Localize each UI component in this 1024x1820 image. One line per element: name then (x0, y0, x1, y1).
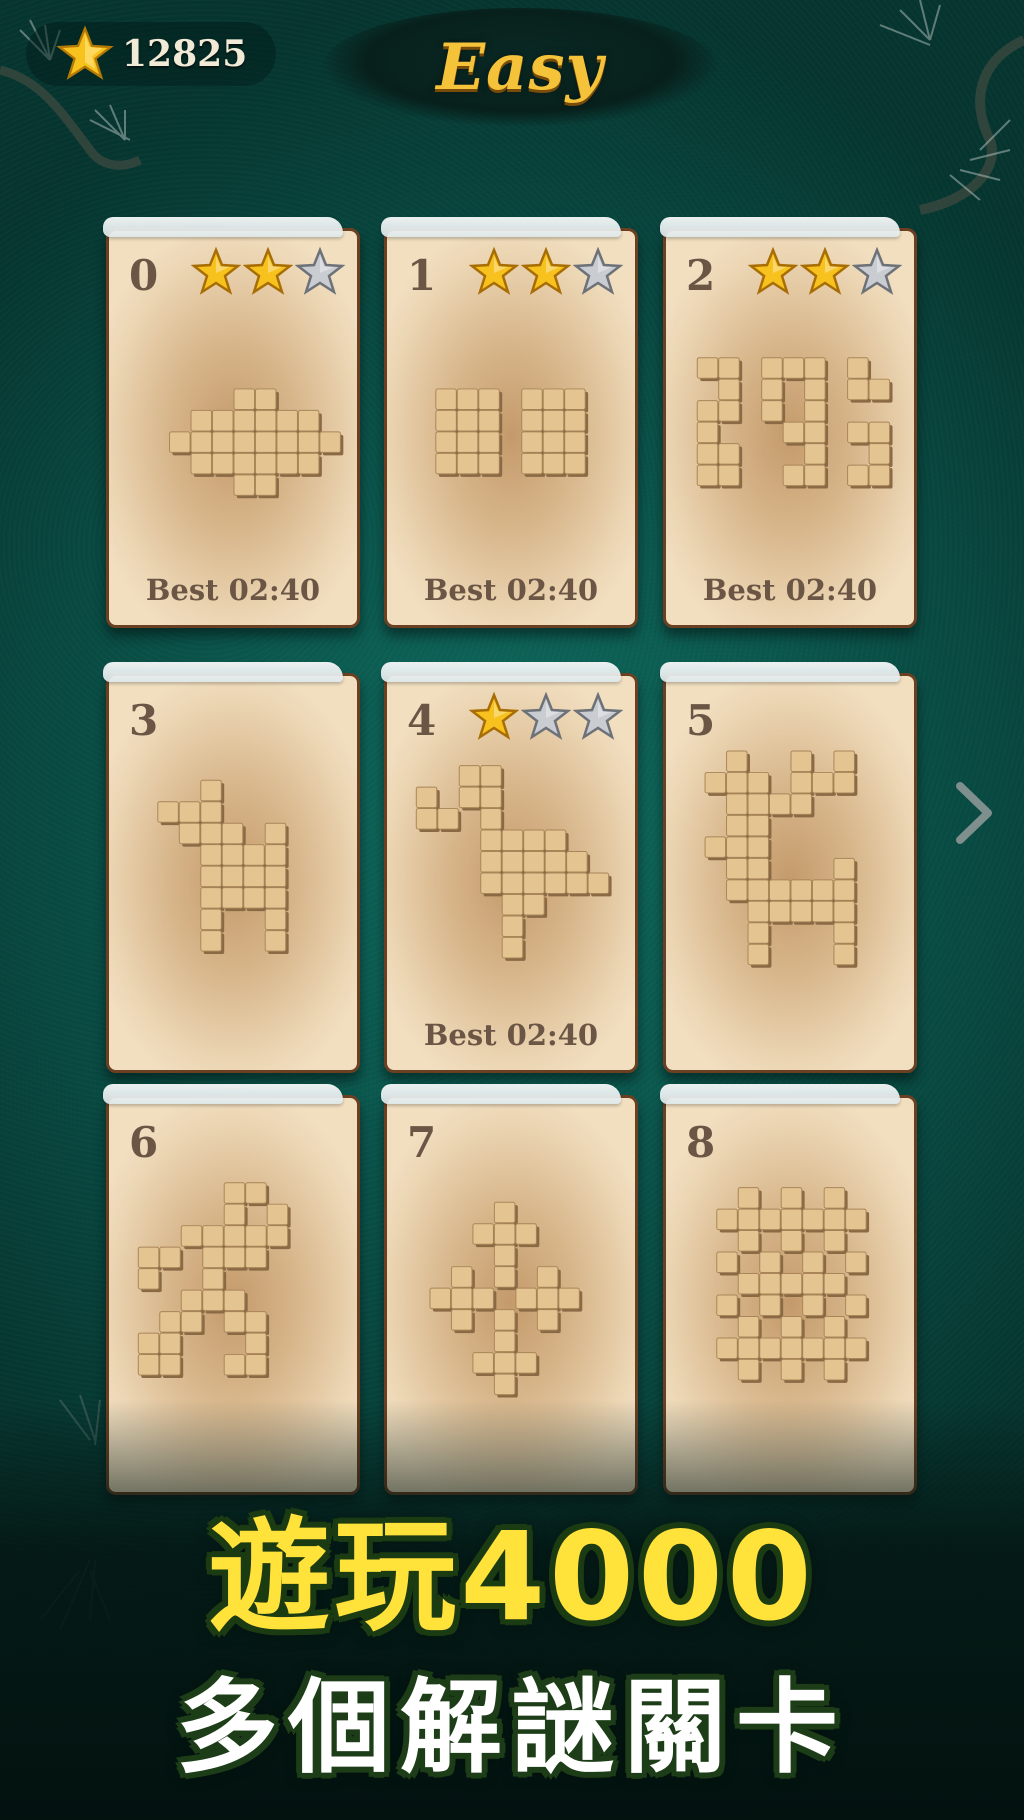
silver-star-icon (573, 692, 623, 740)
silver-star-icon (573, 247, 623, 295)
silver-star-icon (521, 692, 571, 740)
star-rating (748, 247, 902, 297)
level-number: 4 (407, 696, 437, 745)
gold-star-icon (521, 247, 571, 295)
best-time: Best 02:40 (702, 573, 878, 607)
level-card-1[interactable]: 1 Best 02:40 (381, 217, 638, 628)
difficulty-title: Easy (436, 29, 604, 105)
level-number: 2 (686, 251, 716, 300)
gold-star-icon (469, 247, 519, 295)
promo-headline: 遊玩4000 (208, 1506, 816, 1648)
level-number: 7 (407, 1118, 437, 1167)
promo-subheadline: 多個解謎關卡 (176, 1669, 848, 1788)
pine-branch-right-decoration (879, 0, 1024, 215)
gold-star-icon (243, 247, 293, 295)
star-rating (469, 692, 623, 742)
star-rating (469, 247, 623, 297)
level-number: 6 (129, 1118, 159, 1167)
level-number: 1 (407, 251, 437, 300)
gold-star-icon (191, 247, 241, 295)
gold-star-icon (469, 692, 519, 740)
gold-star-icon (800, 247, 850, 295)
score-display: 12825 (26, 22, 276, 86)
level-card-5[interactable]: 5 (660, 662, 917, 1073)
level-number: 0 (129, 251, 159, 300)
level-card-0[interactable]: 0 Best 02:40 (103, 217, 360, 628)
level-number: 3 (129, 696, 159, 745)
gold-star-icon (56, 25, 114, 80)
gold-star-icon (748, 247, 798, 295)
silver-star-icon (295, 247, 345, 295)
level-card-2[interactable]: 2 Best 02:40 (660, 217, 917, 628)
level-card-3[interactable]: 3 (103, 662, 360, 1073)
level-card-4[interactable]: 4 Best 02:40 (381, 662, 638, 1073)
chevron-right-icon[interactable] (948, 778, 1000, 848)
level-number: 8 (686, 1118, 716, 1167)
best-time: Best 02:40 (423, 573, 599, 607)
best-time: Best 02:40 (423, 1018, 599, 1052)
score-value: 12825 (122, 33, 248, 75)
best-time: Best 02:40 (145, 573, 321, 607)
level-number: 5 (686, 696, 716, 745)
star-rating (191, 247, 345, 297)
silver-star-icon (852, 247, 902, 295)
